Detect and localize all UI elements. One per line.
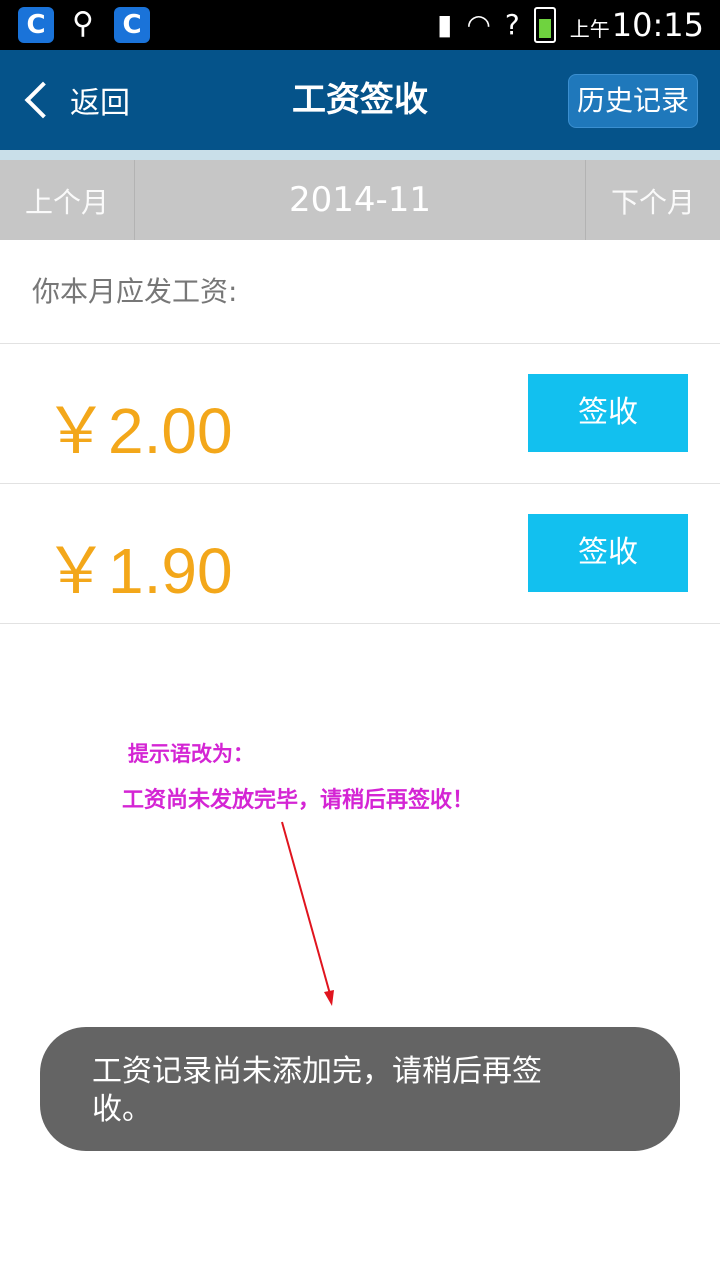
toast-text: 工资记录尚未添加完，请稍后再签收。 bbox=[92, 1054, 542, 1127]
toast-message: 工资记录尚未添加完，请稍后再签收。 bbox=[40, 1027, 680, 1151]
